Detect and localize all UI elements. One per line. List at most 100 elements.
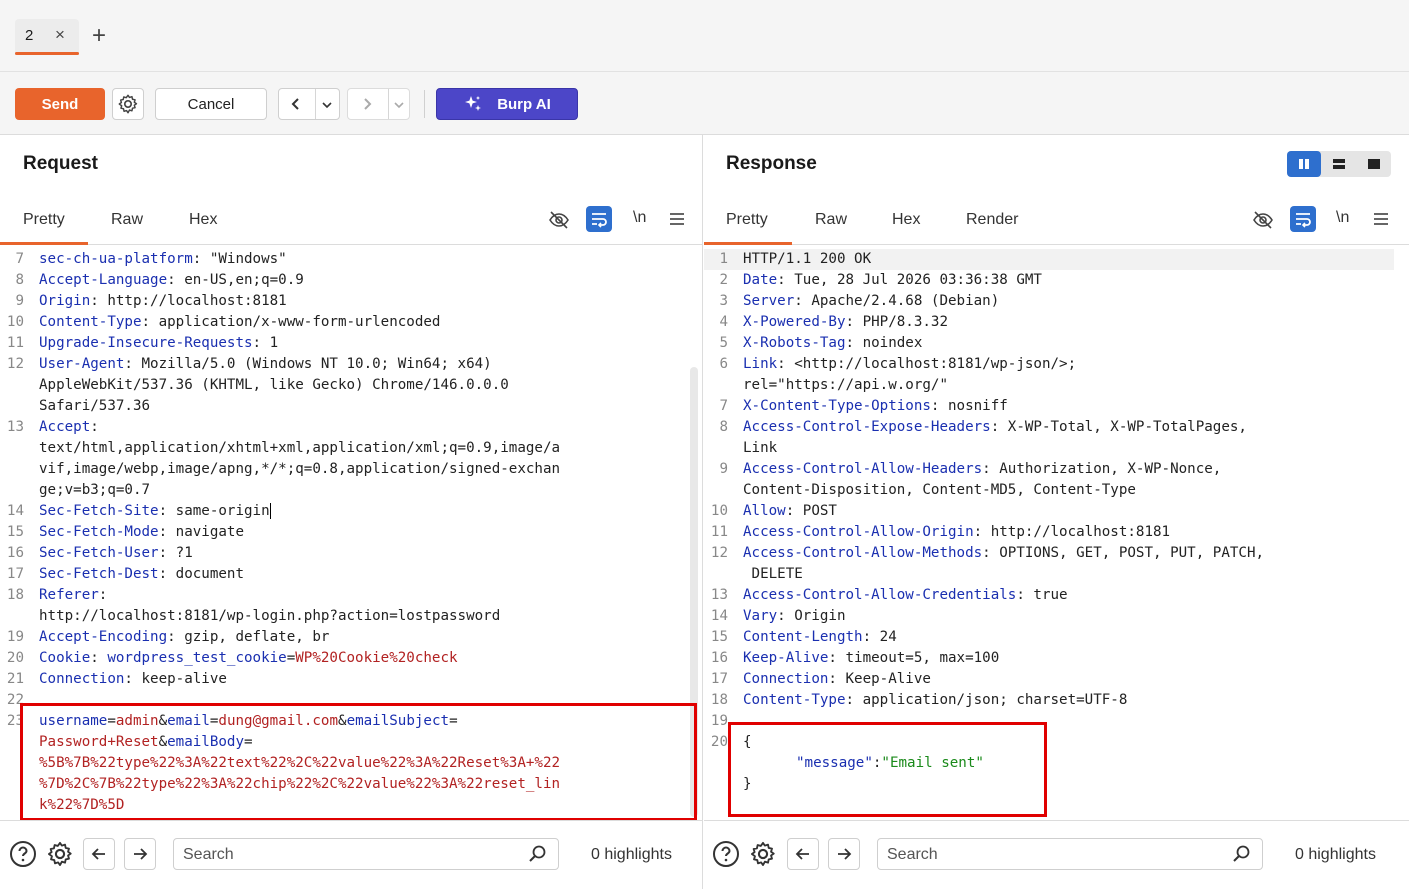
search-previous-button[interactable] (83, 838, 115, 870)
code-text: Date: Tue, 28 Jul 2026 03:36:38 GMT (743, 270, 1042, 291)
chevron-down-icon[interactable] (321, 99, 333, 111)
code-text: Connection: Keep-Alive (743, 669, 931, 690)
chevron-down-icon[interactable] (393, 99, 405, 111)
code-text: X-Content-Type-Options: nosniff (743, 396, 1008, 417)
header-colon: : (141, 314, 151, 330)
code-text: Link (743, 438, 777, 459)
show-newlines-toggle[interactable]: \n (633, 209, 646, 227)
code-text: Cookie: wordpress_test_cookie=WP%20Cooki… (39, 648, 458, 669)
code-line: ge;v=b3;q=0.7 (0, 480, 690, 501)
line-number: 9 (15, 293, 24, 309)
code-text: Allow: POST (743, 501, 837, 522)
burp-ai-label: Burp AI (497, 95, 551, 113)
help-button[interactable] (711, 839, 741, 869)
word-wrap-toggle[interactable] (586, 206, 612, 232)
line-number: 18 (6, 587, 24, 603)
search-next-button[interactable] (124, 838, 156, 870)
search-settings-button[interactable] (45, 839, 75, 869)
show-newlines-toggle[interactable]: \n (1336, 209, 1349, 227)
code-text: Connection: keep-alive (39, 669, 227, 690)
history-forward-button[interactable] (347, 88, 410, 120)
code-text: Keep-Alive: timeout=5, max=100 (743, 648, 999, 669)
menu-icon[interactable] (1373, 211, 1389, 227)
send-button[interactable]: Send (15, 88, 105, 120)
history-back-button[interactable] (278, 88, 340, 120)
code-line: Link (704, 438, 1394, 459)
menu-icon[interactable] (669, 211, 685, 227)
line-number: 14 (6, 503, 24, 519)
tab-render[interactable]: Render (966, 211, 1018, 229)
layout-single-button[interactable] (1357, 151, 1391, 177)
layout-stacked-button[interactable] (1322, 151, 1356, 177)
burp-ai-button[interactable]: Burp AI (436, 88, 578, 120)
header-colon: : (982, 545, 991, 561)
cancel-button[interactable]: Cancel (155, 88, 267, 120)
header-value: Tue, 28 Jul 2026 03:36:38 GMT (785, 272, 1042, 288)
header-value: text/html,application/xhtml+xml,applicat… (39, 440, 561, 456)
code-text: Content-Disposition, Content-MD5, Conten… (743, 480, 1136, 501)
header-name: sec-ch-ua-platform (39, 251, 193, 267)
highlight-box-response-body (728, 722, 1047, 817)
code-text: Referer: (39, 585, 107, 606)
header-name: Connection (39, 671, 125, 687)
search-next-button[interactable] (828, 838, 860, 870)
header-value: X-WP-Total, X-WP-TotalPages, (999, 419, 1247, 435)
header-name: Sec-Fetch-Site (39, 503, 159, 519)
code-line: 19 Accept-Encoding: gzip, deflate, br (0, 627, 690, 648)
header-name: Server (743, 293, 795, 309)
header-value: ge;v=b3;q=0.7 (39, 482, 151, 498)
arrow-left-icon (795, 848, 809, 860)
arrow-right-icon (838, 848, 852, 860)
code-text: Accept-Encoding: gzip, deflate, br (39, 627, 329, 648)
word-wrap-toggle[interactable] (1290, 206, 1316, 232)
header-value: rel="https://api.w.org/" (743, 377, 948, 393)
tab-raw[interactable]: Raw (815, 211, 847, 229)
settings-button[interactable] (112, 88, 144, 120)
code-line: 10 Content-Type: application/x-www-form-u… (0, 312, 690, 333)
arrow-left-icon (91, 848, 105, 860)
help-button[interactable] (8, 839, 38, 869)
code-line: 15 Sec-Fetch-Mode: navigate (0, 522, 690, 543)
code-text: Access-Control-Allow-Credentials: true (743, 585, 1068, 606)
tab-hex[interactable]: Hex (189, 211, 217, 229)
code-text: Origin: http://localhost:8181 (39, 291, 287, 312)
gear-icon (750, 841, 775, 867)
tab-pretty[interactable]: Pretty (726, 211, 768, 229)
tab-pretty[interactable]: Pretty (23, 211, 65, 229)
header-value: OPTIONS, GET, POST, PUT, PATCH, (990, 545, 1265, 561)
header-value: document (167, 566, 245, 582)
tab-2[interactable]: 2 × (15, 19, 79, 55)
search-settings-button[interactable] (748, 839, 778, 869)
code-line: DELETE (704, 564, 1394, 585)
code-line: 8 Access-Control-Expose-Headers: X-WP-Tot… (704, 417, 1394, 438)
arrow-right-icon (134, 848, 148, 860)
request-search-input[interactable]: Search (173, 838, 559, 870)
code-line: 5 X-Robots-Tag: noindex (704, 333, 1394, 354)
header-colon: : (973, 524, 983, 540)
code-text: AppleWebKit/537.36 (KHTML, like Gecko) C… (39, 375, 509, 396)
tab-raw[interactable]: Raw (111, 211, 143, 229)
code-line: 10 Allow: POST (704, 501, 1394, 522)
line-number: 17 (710, 671, 728, 687)
response-search-bar: Search 0 highlights (704, 820, 1409, 889)
search-previous-button[interactable] (787, 838, 819, 870)
header-value: 24 (871, 629, 897, 645)
tab-hex[interactable]: Hex (892, 211, 920, 229)
layout-side-by-side-button[interactable] (1287, 151, 1321, 177)
search-icon (1233, 845, 1250, 862)
hide-icon[interactable] (548, 209, 570, 231)
hide-icon[interactable] (1252, 209, 1274, 231)
code-text: HTTP/1.1 200 OK (743, 249, 871, 270)
line-number: 7 (719, 398, 728, 414)
header-value: gzip, deflate, br (175, 629, 330, 645)
header-value: <http://localhost:8181/wp-json/>; (785, 356, 1077, 372)
header-value: application/x-www-form-urlencoded (150, 314, 441, 330)
code-text: Server: Apache/2.4.68 (Debian) (743, 291, 999, 312)
header-name: Date (743, 272, 778, 288)
header-name: Content-Length (743, 629, 863, 645)
close-icon[interactable]: × (55, 25, 65, 45)
code-text: sec-ch-ua-platform: "Windows" (39, 249, 287, 270)
response-search-input[interactable]: Search (877, 838, 1263, 870)
add-tab-button[interactable]: + (92, 23, 106, 49)
code-line: 7 sec-ch-ua-platform: "Windows" (0, 249, 690, 270)
